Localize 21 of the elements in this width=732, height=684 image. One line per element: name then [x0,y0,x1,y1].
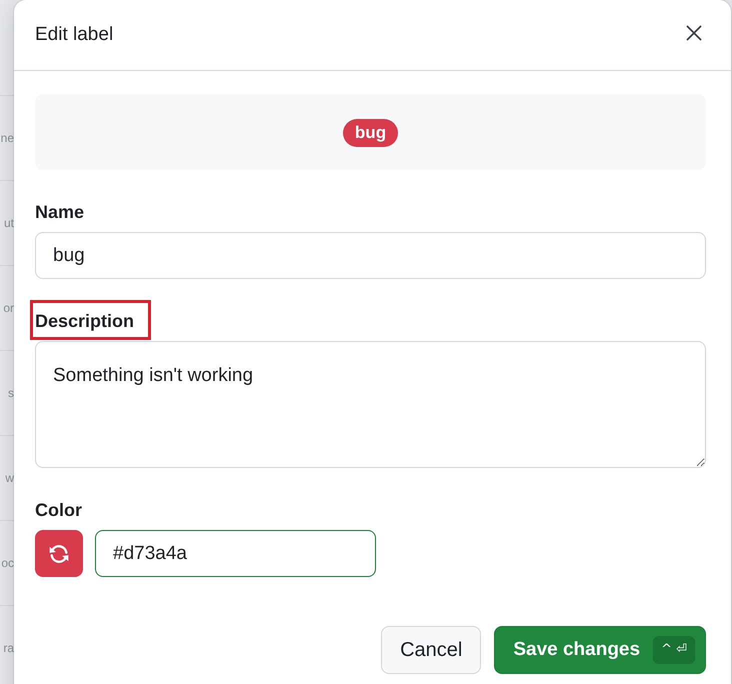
background-text: oc [1,556,14,570]
field-label: Color [34,499,83,522]
background-text: ne [0,131,14,145]
close-icon [686,25,702,41]
dialog-title: Edit label [35,24,114,46]
keyboard-shortcut-hint: ^ ⏎ [653,636,695,664]
field-label: Description [30,300,152,340]
field-label: Name [34,201,86,224]
background-text: ra [3,641,14,655]
cancel-button[interactable]: Cancel [381,626,482,674]
background-text: or [3,301,14,315]
color-hex-input[interactable]: #d73a4a [95,530,376,577]
background-text: w [5,471,14,485]
description-textarea[interactable]: Something isn't working [35,341,706,468]
label-badge: bug [342,118,398,146]
save-changes-button[interactable]: Save changes ^ ⏎ [494,626,706,674]
background-text: ut [4,216,14,230]
text-input[interactable]: bug [35,232,706,279]
refresh-icon [48,542,70,564]
color-refresh-button[interactable] [35,530,83,577]
background-text: s [8,386,14,400]
